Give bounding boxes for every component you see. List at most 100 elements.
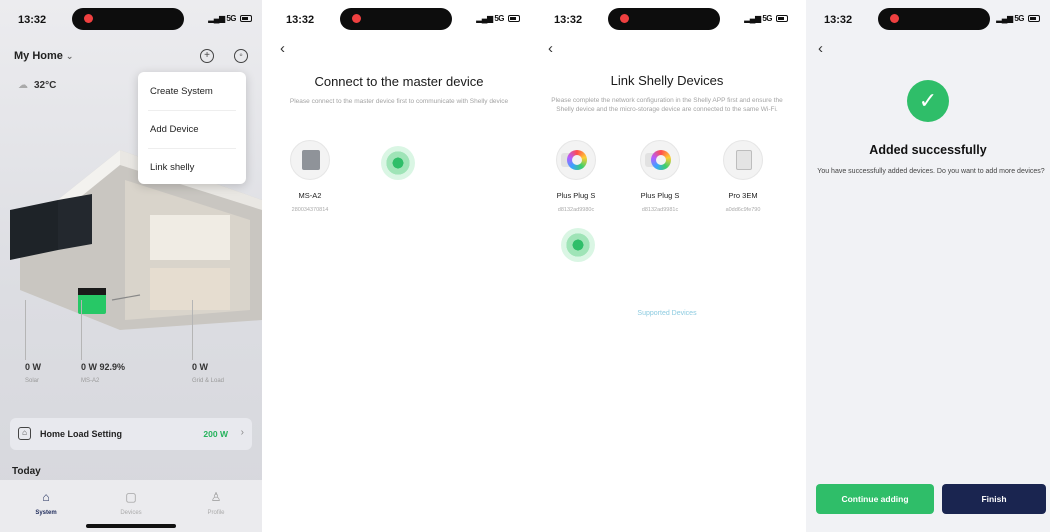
dynamic-island <box>340 8 452 30</box>
flow-line <box>81 300 82 360</box>
add-icon[interactable]: + <box>200 49 214 63</box>
status-bar: 13:32 ▂▄▆ 5G <box>268 0 530 40</box>
scanning-radar-icon <box>561 228 595 262</box>
stat-solar: 0 W Solar <box>25 362 41 384</box>
page-title: Connect to the master device <box>314 74 484 89</box>
menu-divider <box>148 148 236 149</box>
page-title: Added successfully <box>869 143 987 157</box>
home-icon: ⌂ <box>42 490 50 504</box>
back-button[interactable]: ‹ <box>818 40 823 57</box>
recording-indicator-icon <box>352 14 361 23</box>
menu-item-link-shelly[interactable]: Link shelly <box>150 162 194 173</box>
home-selector[interactable]: My Home ⌄ <box>14 50 73 62</box>
device-name: Plus Plug S <box>556 191 596 200</box>
load-setting-value: 200 W <box>203 429 228 439</box>
recording-indicator-icon <box>890 14 899 23</box>
device-id: d8132ad9981c <box>641 207 679 213</box>
stat-battery: 0 W 92.9% MS-A2 <box>81 362 125 384</box>
supported-devices-link[interactable]: Supported Devices <box>536 310 798 317</box>
tab-system[interactable]: ⌂ System <box>16 490 76 516</box>
menu-item-add-device[interactable]: Add Device <box>150 124 199 135</box>
flow-line <box>192 300 193 360</box>
continue-adding-button[interactable]: Continue adding <box>816 484 934 514</box>
connect-master-screen: 13:32 ▂▄▆ 5G ‹ Connect to the master dev… <box>268 0 530 532</box>
ms-a2-device-icon <box>302 150 320 170</box>
dynamic-island <box>608 8 720 30</box>
home-load-setting[interactable]: ⌂ Home Load Setting 200 W › <box>10 418 252 450</box>
recording-indicator-icon <box>620 14 629 23</box>
status-time: 13:32 <box>554 14 583 26</box>
profile-icon: ♙ <box>210 490 222 504</box>
solar-panel <box>10 200 58 260</box>
signal-icon: ▂▄▆ 5G <box>476 14 504 23</box>
home-title: My Home <box>14 50 63 62</box>
chevron-down-icon: ⌄ <box>65 51 74 61</box>
load-setting-icon: ⌂ <box>18 427 31 440</box>
signal-icon: ▂▄▆ 5G <box>208 14 236 23</box>
plug-icon <box>567 150 587 170</box>
page-title: Link Shelly Devices <box>610 73 724 88</box>
settings-icon[interactable]: ◦ <box>234 49 248 63</box>
tab-profile[interactable]: ♙ Profile <box>186 490 246 516</box>
plug-icon <box>651 150 671 170</box>
signal-icon: ▂▄▆ 5G <box>744 14 772 23</box>
device-id: a0dd6c9fe790 <box>725 207 761 213</box>
tab-label: Devices <box>120 510 142 516</box>
device-id: d8132ad9980c <box>557 207 595 213</box>
stat-value: 0 W <box>192 362 209 372</box>
add-menu: Create System Add Device Link shelly <box>138 72 246 184</box>
tab-label: Profile <box>207 510 225 516</box>
network-type: 5G <box>1014 14 1024 23</box>
back-button[interactable]: ‹ <box>280 40 285 57</box>
link-shelly-screen: 13:32 ▂▄▆ 5G ‹ Link Shelly Devices Pleas… <box>536 0 798 532</box>
device-card-ms-a2[interactable] <box>290 140 330 180</box>
flow-line <box>25 300 26 360</box>
device-card-plus-plug-s[interactable] <box>640 140 680 180</box>
device-name: Plus Plug S <box>640 191 680 200</box>
network-type: 5G <box>494 14 504 23</box>
menu-divider <box>148 110 236 111</box>
added-success-screen: 13:32 ▂▄▆ 5G ‹ ✓ Added successfully You … <box>806 0 1050 532</box>
finish-button[interactable]: Finish <box>942 484 1046 514</box>
tab-label: System <box>35 510 57 516</box>
status-bar: 13:32 ▂▄▆ 5G <box>806 0 1050 40</box>
status-bar: 13:32 ▂▄▆ 5G <box>0 0 262 40</box>
signal-icon: ▂▄▆ 5G <box>996 14 1024 23</box>
dynamic-island <box>72 8 184 30</box>
device-id: 280034370814 <box>291 207 329 213</box>
device-card-pro-3em[interactable] <box>723 140 763 180</box>
interior-room <box>150 215 230 260</box>
device-card-plus-plug-s[interactable] <box>556 140 596 180</box>
today-heading: Today <box>12 466 41 477</box>
back-button[interactable]: ‹ <box>548 40 553 57</box>
stat-value: 0 W 92.9% <box>81 362 126 372</box>
checkmark-icon: ✓ <box>907 80 949 122</box>
device-icon: ▢ <box>125 490 137 504</box>
meter-device-icon <box>736 150 752 170</box>
network-type: 5G <box>762 14 772 23</box>
temperature: 32°C <box>34 80 57 91</box>
home-screen: 13:32 ▂▄▆ 5G My Home ⌄ + ◦ ☁ 32°C Create … <box>0 0 262 532</box>
menu-item-create-system[interactable]: Create System <box>150 86 213 97</box>
status-bar: 13:32 ▂▄▆ 5G <box>536 0 798 40</box>
battery-icon <box>240 15 252 22</box>
page-subtitle: Please complete the network configuratio… <box>551 97 783 113</box>
battery-icon <box>776 15 788 22</box>
battery-icon <box>508 15 520 22</box>
stat-label: MS-A2 <box>81 378 100 384</box>
stat-label: Grid & Load <box>192 378 225 384</box>
load-setting-label: Home Load Setting <box>40 429 123 439</box>
page-subtitle: Please connect to the master device firs… <box>289 98 509 105</box>
chevron-right-icon: › <box>240 427 244 438</box>
weather-icon: ☁ <box>18 80 28 91</box>
stat-label: Solar <box>25 378 40 384</box>
recording-indicator-icon <box>84 14 93 23</box>
tab-devices[interactable]: ▢ Devices <box>101 490 161 516</box>
device-name: MS-A2 <box>298 191 322 200</box>
home-indicator[interactable] <box>86 524 176 528</box>
page-subtitle: You have successfully added devices. Do … <box>817 168 1045 175</box>
stat-grid-load: 0 W Grid & Load <box>192 362 224 384</box>
status-time: 13:32 <box>286 14 315 26</box>
tab-bar: ⌂ System ▢ Devices ♙ Profile <box>0 480 262 532</box>
stat-value: 0 W <box>25 362 42 372</box>
